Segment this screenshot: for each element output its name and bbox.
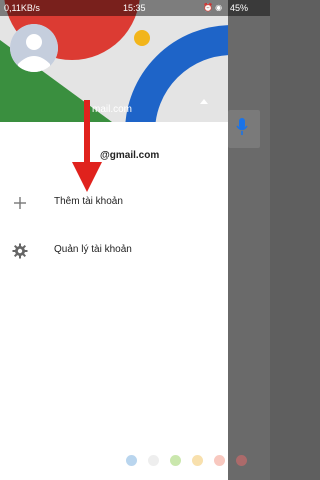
clock: 15:35 [123, 3, 146, 13]
watermark-dot [170, 455, 181, 466]
watermark-text: Download [14, 418, 144, 449]
account-header[interactable]: mail.com [0, 0, 228, 122]
watermark-dot [126, 455, 137, 466]
watermark-suffix: .com.vn [170, 430, 216, 445]
manage-accounts-label: Quản lý tài khoản [54, 244, 132, 255]
navigation-drawer: mail.com @gmail.com Thêm tài khoản Quản … [0, 0, 228, 480]
status-icons: ⏰ ◉ [203, 3, 223, 12]
watermark-dot [236, 455, 247, 466]
background-app-area [228, 0, 270, 480]
account-avatar[interactable] [10, 24, 58, 72]
manage-accounts-item[interactable]: Quản lý tài khoản [0, 234, 228, 268]
person-icon [10, 24, 58, 72]
add-account-item[interactable]: Thêm tài khoản [0, 186, 228, 220]
plus-icon [14, 197, 26, 209]
red-arrow-annotation [72, 100, 102, 192]
caret-up-icon[interactable] [200, 99, 208, 104]
gear-icon [12, 243, 28, 259]
watermark-dot [214, 455, 225, 466]
watermark-dot [192, 455, 203, 466]
mic-icon [236, 118, 248, 135]
add-account-label: Thêm tài khoản [54, 196, 123, 207]
battery-level: 45% [230, 3, 249, 13]
watermark-dot [148, 455, 159, 466]
account-email: @gmail.com [100, 150, 160, 161]
watermark-dots [126, 453, 258, 466]
status-bar: 0,11KB/s 15:35 ⏰ ◉ 45% [0, 0, 270, 16]
network-speed: 0,11KB/s [4, 3, 40, 13]
